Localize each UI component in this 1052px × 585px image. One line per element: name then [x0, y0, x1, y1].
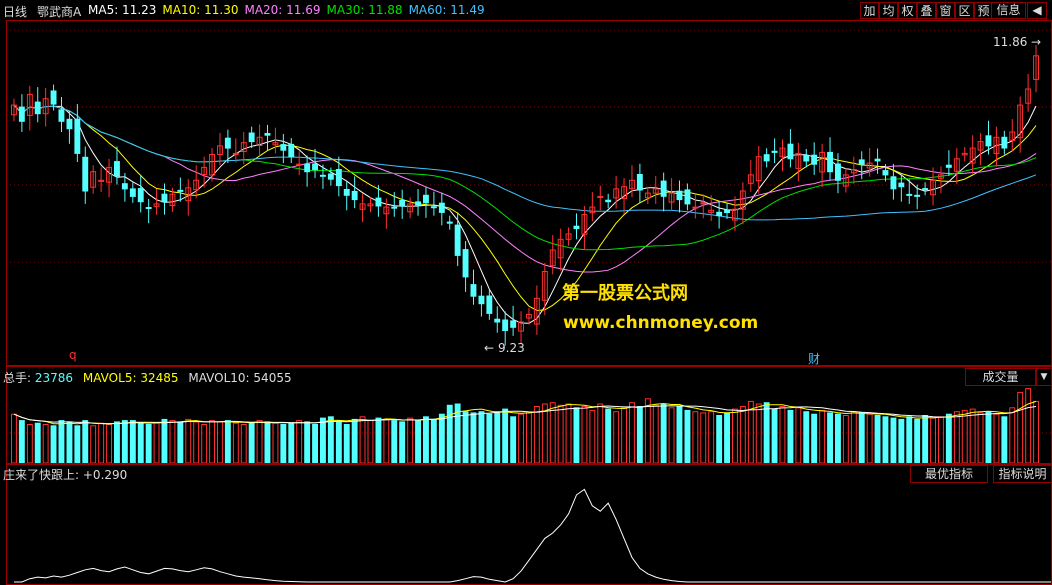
- watermark-url: www.chnmoney.com: [563, 313, 759, 333]
- dropdown-triangle-icon[interactable]: ▼: [1036, 368, 1052, 386]
- arrow-left-icon: ←: [484, 341, 495, 355]
- indicator-help-button[interactable]: 指标说明: [993, 465, 1052, 483]
- volume-indicator-select[interactable]: 成交量: [965, 368, 1036, 386]
- mavol10-value: 54055: [253, 371, 292, 385]
- indicator-panel: [6, 464, 1052, 585]
- arrow-right-icon: →: [1031, 35, 1042, 49]
- total-volume-label: 总手:: [3, 371, 32, 385]
- high-price-label: 11.86: [993, 35, 1028, 49]
- mavol5-value: 32485: [140, 371, 179, 385]
- finance-marker[interactable]: 财: [808, 350, 820, 367]
- event-marker-q[interactable]: q: [69, 348, 77, 362]
- volume-legend: 总手: 23786 MAVOL5: 32485 MAVOL10: 54055: [3, 369, 292, 386]
- indicator-value: +0.290: [82, 468, 128, 482]
- total-volume-value: 23786: [34, 371, 74, 385]
- price-panel: [6, 20, 1052, 366]
- low-price-label: 9.23: [498, 341, 525, 355]
- mavol10-label: MAVOL10:: [188, 371, 250, 385]
- indicator-title: 庄来了快跟上:: [3, 468, 80, 482]
- mavol5-label: MAVOL5:: [82, 371, 137, 385]
- best-indicator-button[interactable]: 最优指标: [910, 465, 988, 483]
- indicator-legend: 庄来了快跟上: +0.290: [3, 466, 127, 483]
- watermark-title: 第一股票公式网: [562, 283, 688, 304]
